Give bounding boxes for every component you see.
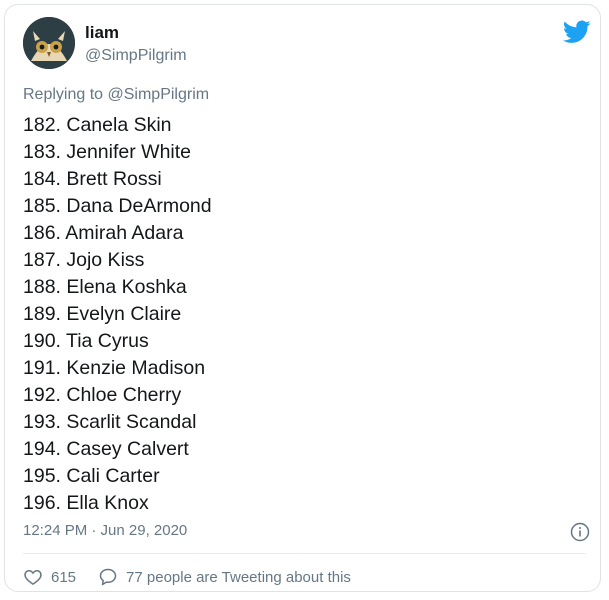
divider <box>23 553 586 554</box>
heart-icon <box>24 569 42 585</box>
list-item: 191. Kenzie Madison <box>23 357 206 379</box>
tweeting-about-action[interactable]: 77 people are Tweeting about this <box>98 567 351 587</box>
timestamp[interactable]: 12:24 PM · Jun 29, 2020 <box>23 522 187 539</box>
speech-bubble-icon <box>99 568 117 586</box>
tweet-actions: 615 77 people are Tweeting about this <box>23 567 373 587</box>
list-item: 196. Ella Knox <box>23 492 149 514</box>
list-item: 192. Chloe Cherry <box>23 384 182 406</box>
info-icon[interactable] <box>570 522 590 542</box>
list-item: 194. Casey Calvert <box>23 438 189 460</box>
tweeting-about-text: 77 people are Tweeting about this <box>126 568 351 586</box>
list-item: 184. Brett Rossi <box>23 168 162 190</box>
replying-to[interactable]: Replying to @SimpPilgrim <box>23 86 209 104</box>
list-item: 187. Jojo Kiss <box>23 249 145 271</box>
list-item: 185. Dana DeArmond <box>23 195 212 217</box>
tweet-text-list: 182. Canela Skin 183. Jennifer White 184. … <box>23 112 212 517</box>
list-item: 182. Canela Skin <box>23 114 172 136</box>
like-action[interactable]: 615 <box>23 567 76 587</box>
list-item: 193. Scarlit Scandal <box>23 411 197 433</box>
list-item: 188. Elena Koshka <box>23 276 187 298</box>
display-name[interactable]: liam <box>85 23 119 43</box>
avatar[interactable] <box>23 17 75 69</box>
twitter-bird-icon[interactable] <box>563 20 591 44</box>
list-item: 183. Jennifer White <box>23 141 192 163</box>
list-item: 186. Amirah Adara <box>23 222 184 244</box>
owl-avatar-image <box>23 17 75 69</box>
list-item: 190. Tia Cyrus <box>23 330 149 352</box>
like-count: 615 <box>51 568 77 586</box>
list-item: 189. Evelyn Claire <box>23 303 182 325</box>
list-item: 195. Cali Carter <box>23 465 160 487</box>
tweet-card: liam @SimpPilgrim Replying to @SimpPilgr… <box>4 4 601 592</box>
user-handle[interactable]: @SimpPilgrim <box>85 47 187 65</box>
